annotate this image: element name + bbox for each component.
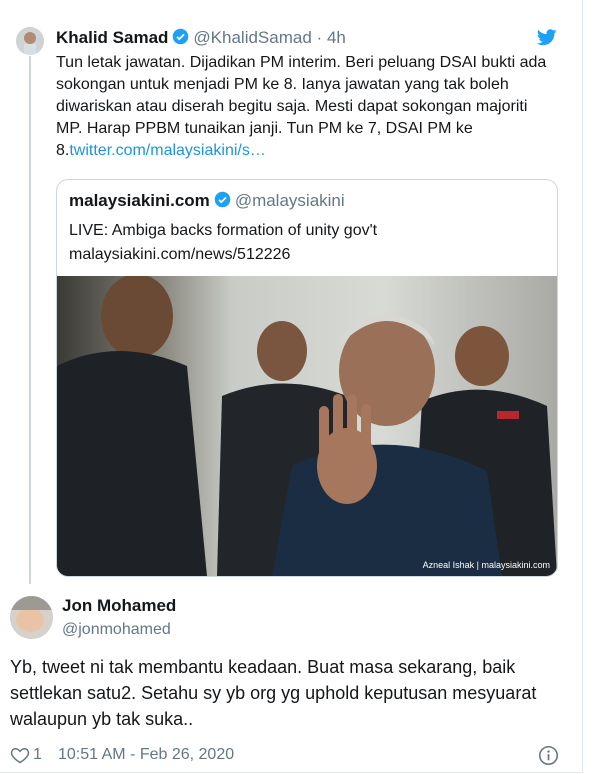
photo-credit: Azneal Ishak | malaysiakini.com bbox=[423, 560, 550, 570]
verified-badge-icon bbox=[214, 191, 231, 213]
like-count[interactable]: 1 bbox=[33, 746, 42, 764]
quoted-headline: LIVE: Ambiga backs formation of unity go… bbox=[69, 222, 378, 239]
info-icon[interactable] bbox=[538, 745, 559, 771]
tweet-time[interactable]: 4h bbox=[327, 28, 346, 47]
reply-text: Yb, tweet ni tak membantu keadaan. Buat … bbox=[10, 657, 537, 729]
reply-author-name[interactable]: Jon Mohamed bbox=[62, 596, 176, 616]
author-name[interactable]: Khalid Samad bbox=[56, 28, 168, 47]
reply-header: Jon Mohamed @jonmohamed bbox=[62, 596, 176, 639]
verified-badge-icon bbox=[172, 28, 189, 50]
author-handle[interactable]: @KhalidSamad bbox=[193, 28, 311, 47]
tweet-link[interactable]: twitter.com/malaysiakini/s… bbox=[69, 142, 266, 159]
tweet-header: Khalid Samad @KhalidSamad · 4h bbox=[56, 28, 346, 50]
heart-icon[interactable] bbox=[10, 745, 30, 770]
separator-dot: · bbox=[316, 28, 323, 47]
author-avatar[interactable] bbox=[16, 27, 44, 55]
reply-author-avatar[interactable] bbox=[10, 596, 53, 639]
reply-author-handle[interactable]: @jonmohamed bbox=[62, 621, 176, 639]
reply-timestamp[interactable]: 10:51 AM - Feb 26, 2020 bbox=[58, 746, 234, 764]
twitter-bird-icon[interactable] bbox=[536, 29, 557, 51]
reply-footer: 1 10:51 AM - Feb 26, 2020 bbox=[10, 745, 570, 767]
quoted-tweet[interactable]: malaysiakini.com @malaysiakini LIVE: Ambi… bbox=[56, 179, 558, 577]
quoted-tweet-photo[interactable]: Azneal Ishak | malaysiakini.com bbox=[57, 274, 557, 576]
thread-connector-line bbox=[29, 56, 31, 584]
quoted-tweet-text: LIVE: Ambiga backs formation of unity go… bbox=[69, 219, 549, 267]
quoted-tweet-header: malaysiakini.com @malaysiakini bbox=[69, 191, 345, 213]
quoted-url[interactable]: malaysiakini.com/news/512226 bbox=[69, 243, 549, 267]
quoted-author-handle[interactable]: @malaysiakini bbox=[235, 191, 345, 210]
tweet-body: Tun letak jawatan. Dijadikan PM interim.… bbox=[56, 52, 556, 162]
quoted-author-name[interactable]: malaysiakini.com bbox=[69, 191, 210, 210]
